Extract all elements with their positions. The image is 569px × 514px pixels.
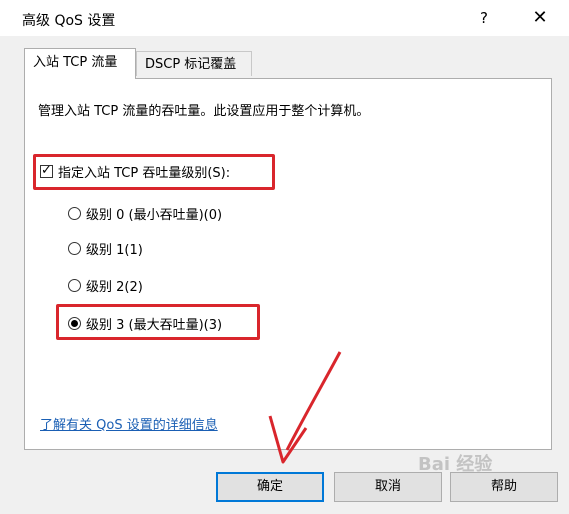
watermark: Bai 经验 — [418, 454, 493, 475]
checkmark-icon: ✓ — [41, 162, 52, 178]
tab-inbound-tcp[interactable]: 入站 TCP 流量 — [24, 48, 136, 79]
tab-panel — [24, 78, 552, 450]
cancel-button[interactable]: 取消 — [334, 472, 442, 502]
tab-dscp-override[interactable]: DSCP 标记覆盖 — [136, 51, 252, 76]
panel-description: 管理入站 TCP 流量的吞吐量。此设置应用于整个计算机。 — [38, 104, 370, 119]
radio-label: 级别 2(2) — [86, 279, 143, 295]
help-button[interactable]: 帮助 — [450, 472, 558, 502]
help-icon[interactable]: ? — [472, 6, 496, 30]
ok-button[interactable]: 确定 — [216, 472, 324, 502]
radio-button[interactable] — [68, 241, 81, 255]
radio-level-2[interactable]: 级别 2(2) — [68, 275, 143, 295]
radio-label: 级别 1(1) — [86, 242, 143, 258]
title-bar: 高级 QoS 设置 ? ✕ — [0, 0, 569, 36]
radio-button-selected[interactable] — [68, 316, 81, 330]
radio-level-0[interactable]: 级别 0 (最小吞吐量)(0) — [68, 203, 222, 223]
radio-label: 级别 0 (最小吞吐量)(0) — [86, 207, 223, 223]
radio-level-1[interactable]: 级别 1(1) — [68, 238, 143, 258]
qos-details-link[interactable]: 了解有关 QoS 设置的详细信息 — [40, 414, 218, 433]
radio-button[interactable] — [68, 206, 81, 220]
radio-dot-icon — [71, 319, 78, 327]
throughput-checkbox[interactable]: ✓ — [40, 162, 53, 178]
window-title: 高级 QoS 设置 — [22, 13, 116, 29]
throughput-checkbox-label: 指定入站 TCP 吞吐量级别(S): — [58, 165, 231, 181]
radio-label: 级别 3 (最大吞吐量)(3) — [86, 317, 223, 333]
radio-button[interactable] — [68, 278, 81, 292]
throughput-checkbox-row[interactable]: ✓ 指定入站 TCP 吞吐量级别(S): — [40, 161, 230, 181]
radio-level-3[interactable]: 级别 3 (最大吞吐量)(3) — [68, 313, 222, 333]
close-icon[interactable]: ✕ — [526, 6, 554, 30]
